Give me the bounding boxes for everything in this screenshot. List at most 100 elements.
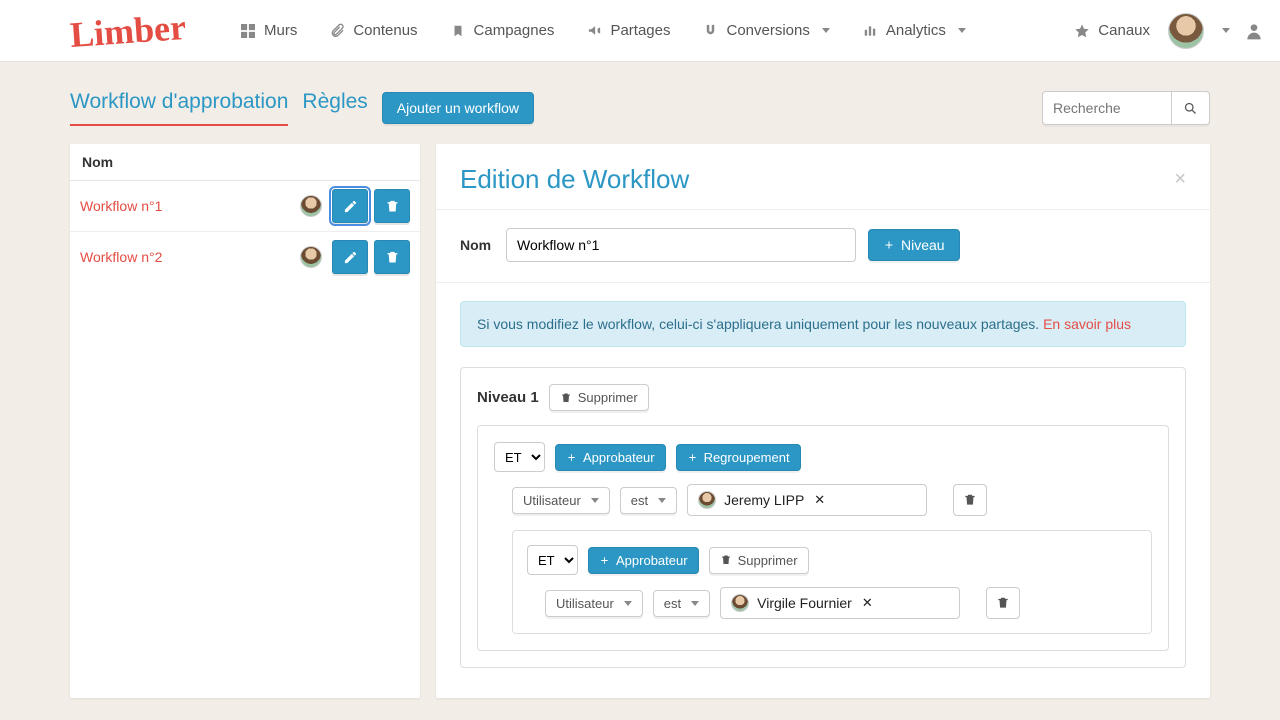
magnet-icon <box>702 23 718 39</box>
trash-icon <box>385 199 400 214</box>
logic-select[interactable]: ET <box>527 545 578 575</box>
megaphone-icon <box>586 23 602 39</box>
add-approver-button[interactable]: Approbateur <box>555 444 666 471</box>
add-level-label: Niveau <box>901 237 945 253</box>
add-approver-label: Approbateur <box>616 553 688 568</box>
nav-label: Campagnes <box>474 22 555 39</box>
paperclip-icon <box>329 23 345 39</box>
bar-chart-icon <box>862 23 878 39</box>
person-icon[interactable] <box>1244 21 1264 41</box>
trash-icon <box>720 554 732 566</box>
user-name: Virgile Fournier <box>757 595 852 611</box>
filter-attr-dropdown[interactable]: Utilisateur <box>545 590 643 617</box>
nav-label: Canaux <box>1098 22 1150 39</box>
filter-attr-dropdown[interactable]: Utilisateur <box>512 487 610 514</box>
nav-label: Contenus <box>353 22 417 39</box>
plus-icon <box>883 239 895 251</box>
filter-op-dropdown[interactable]: est <box>653 590 710 617</box>
alert-link[interactable]: En savoir plus <box>1043 316 1131 332</box>
remove-chip-button[interactable]: ✕ <box>814 492 825 508</box>
list-item: Workflow n°2 <box>70 232 420 282</box>
trash-icon <box>996 596 1010 610</box>
user-avatar[interactable] <box>1168 13 1204 49</box>
search-icon <box>1183 101 1198 116</box>
alert-text: Si vous modifiez le workflow, celui-ci s… <box>477 316 1039 332</box>
tab-workflow[interactable]: Workflow d'approbation <box>70 90 288 126</box>
delete-button[interactable] <box>374 189 410 223</box>
caret-down-icon <box>591 498 599 503</box>
delete-subgroup-label: Supprimer <box>738 553 798 568</box>
grid-icon <box>240 23 256 39</box>
add-grouping-button[interactable]: Regroupement <box>676 444 801 471</box>
search-input[interactable] <box>1042 91 1172 125</box>
user-chip-input[interactable]: Jeremy LIPP ✕ <box>687 484 927 516</box>
nested-rule-group: ET Approbateur <box>512 530 1152 634</box>
rule-group: ET Approbateur Regroupemen <box>477 425 1169 651</box>
delete-subgroup-button[interactable]: Supprimer <box>709 547 809 574</box>
workflow-list: Nom Workflow n°1 Workflow n°2 <box>70 144 420 698</box>
plus-icon <box>687 452 698 463</box>
caret-down-icon <box>658 498 666 503</box>
user-avatar-icon <box>731 594 749 612</box>
delete-button[interactable] <box>374 240 410 274</box>
plus-icon <box>599 555 610 566</box>
row-avatar <box>300 195 322 217</box>
workflow-name-link[interactable]: Workflow n°2 <box>80 249 300 265</box>
plus-icon <box>566 452 577 463</box>
add-approver-button[interactable]: Approbateur <box>588 547 699 574</box>
add-level-button[interactable]: Niveau <box>868 229 960 261</box>
tab-rules[interactable]: Règles <box>302 90 367 126</box>
caret-down-icon <box>624 601 632 606</box>
nav-murs[interactable]: Murs <box>226 14 311 47</box>
workflow-name-link[interactable]: Workflow n°1 <box>80 198 300 214</box>
delete-condition-button[interactable] <box>986 587 1020 619</box>
row-avatar <box>300 246 322 268</box>
nav-campagnes[interactable]: Campagnes <box>436 14 569 47</box>
workflow-name-input[interactable] <box>506 228 856 262</box>
filter-attr-label: Utilisateur <box>523 493 581 508</box>
close-icon: × <box>1174 168 1186 190</box>
nav-label: Analytics <box>886 22 946 39</box>
filter-op-dropdown[interactable]: est <box>620 487 677 514</box>
close-button[interactable]: × <box>1174 168 1186 191</box>
editor-title: Edition de Workflow <box>460 164 689 195</box>
remove-chip-button[interactable]: ✕ <box>862 595 873 611</box>
edit-button[interactable] <box>332 240 368 274</box>
info-alert: Si vous modifiez le workflow, celui-ci s… <box>460 301 1186 347</box>
add-approver-label: Approbateur <box>583 450 655 465</box>
add-grouping-label: Regroupement <box>704 450 790 465</box>
trash-icon <box>963 493 977 507</box>
editor-panel: Edition de Workflow × Nom Niveau Si vous <box>436 144 1210 698</box>
filter-op-label: est <box>664 596 681 611</box>
logic-select[interactable]: ET <box>494 442 545 472</box>
level-block: Niveau 1 Supprimer ET <box>460 367 1186 668</box>
nav-conversions[interactable]: Conversions <box>688 14 843 47</box>
delete-level-button[interactable]: Supprimer <box>549 384 649 411</box>
caret-down-icon <box>958 28 966 33</box>
pencil-icon <box>343 199 358 214</box>
nav-label: Partages <box>610 22 670 39</box>
delete-condition-button[interactable] <box>953 484 987 516</box>
search-button[interactable] <box>1172 91 1210 125</box>
trash-icon <box>385 250 400 265</box>
brand-logo[interactable]: Limber <box>69 6 188 56</box>
star-icon <box>1074 23 1090 39</box>
user-chip-input[interactable]: Virgile Fournier ✕ <box>720 587 960 619</box>
nav-label: Murs <box>264 22 297 39</box>
level-title: Niveau 1 <box>477 389 539 406</box>
nav-label: Conversions <box>726 22 809 39</box>
add-workflow-button[interactable]: Ajouter un workflow <box>382 92 534 124</box>
trash-icon <box>560 392 572 404</box>
caret-down-icon[interactable] <box>1222 28 1230 33</box>
edit-button[interactable] <box>332 189 368 223</box>
nav-canaux[interactable]: Canaux <box>1060 14 1154 47</box>
name-label: Nom <box>460 237 494 253</box>
nav-partages[interactable]: Partages <box>572 14 684 47</box>
user-name: Jeremy LIPP <box>724 492 804 508</box>
caret-down-icon <box>691 601 699 606</box>
delete-level-label: Supprimer <box>578 390 638 405</box>
nav-contenus[interactable]: Contenus <box>315 14 431 47</box>
caret-down-icon <box>822 28 830 33</box>
user-avatar-icon <box>698 491 716 509</box>
nav-analytics[interactable]: Analytics <box>848 14 980 47</box>
